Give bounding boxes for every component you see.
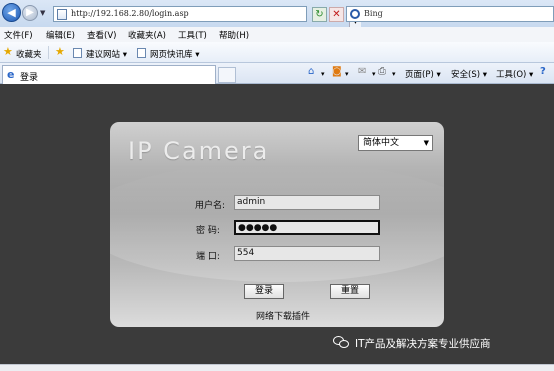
feeds-dropdown-icon[interactable]: ▾	[345, 69, 349, 79]
username-label: 用户名:	[195, 201, 226, 211]
password-field[interactable]: ●●●●●	[234, 220, 380, 235]
home-dropdown-icon[interactable]: ▾	[321, 69, 325, 79]
refresh-button[interactable]: ↻	[312, 7, 327, 22]
suggested-sites-link[interactable]: 建议网站 ▾	[86, 48, 127, 60]
password-label: 密 码:	[196, 226, 220, 236]
chevron-down-icon: ▼	[423, 139, 429, 147]
stop-button[interactable]: ✕	[329, 7, 344, 22]
search-placeholder: Bing	[364, 9, 383, 18]
wechat-icon	[333, 336, 350, 349]
print-dropdown-icon[interactable]: ▾	[392, 69, 396, 79]
add-favorite-icon[interactable]: ★	[55, 46, 65, 57]
safety-menu[interactable]: 安全(S) ▾	[451, 68, 487, 80]
plugin-download-text: 网络下载插件	[256, 309, 310, 322]
language-select[interactable]: 简体中文 ▼	[358, 135, 433, 151]
page-viewport: IP Camera 简体中文 ▼ 用户名: admin 密 码: ●●●●● 端…	[0, 84, 554, 364]
web-slice-icon	[137, 48, 146, 58]
address-bar-row: ◀ ▶ ▼ http://192.168.2.80/login.asp ▼ ↻ …	[0, 0, 554, 28]
port-label: 端 口:	[196, 252, 220, 262]
menu-help[interactable]: 帮助(H)	[219, 29, 249, 41]
history-dropdown-icon[interactable]: ▼	[40, 9, 45, 17]
url-input[interactable]: http://192.168.2.80/login.asp ▼	[53, 6, 361, 28]
tab-title: 登录	[20, 73, 39, 83]
username-field[interactable]: admin	[234, 195, 380, 210]
menu-view[interactable]: 查看(V)	[87, 29, 116, 41]
feeds-icon[interactable]: ◙	[332, 67, 342, 77]
tools-menu[interactable]: 工具(O) ▾	[496, 68, 533, 80]
web-slice-gallery-link[interactable]: 网页快讯库 ▾	[150, 48, 199, 60]
forward-button[interactable]: ▶	[22, 5, 38, 21]
page-menu[interactable]: 页面(P) ▾	[405, 68, 441, 80]
help-icon[interactable]: ?	[540, 67, 546, 77]
favorites-divider	[48, 46, 49, 59]
menu-file[interactable]: 文件(F)	[4, 29, 33, 41]
reset-button[interactable]: 重置	[330, 284, 370, 299]
page-title: IP Camera	[128, 137, 270, 165]
back-button[interactable]: ◀	[2, 3, 21, 22]
language-value: 简体中文	[363, 138, 400, 148]
port-field[interactable]: 554	[234, 246, 380, 261]
mail-dropdown-icon[interactable]: ▾	[372, 69, 376, 79]
plugin-text-after: 插件	[292, 312, 311, 322]
tab-login[interactable]: e 登录	[2, 65, 216, 84]
watermark: IT产品及解决方案专业供应商	[333, 336, 491, 351]
favorites-button[interactable]: 收藏夹	[16, 48, 42, 60]
favorites-bar: ★ 收藏夹 ★ 建议网站 ▾ 网页快讯库 ▾	[0, 42, 554, 63]
menu-edit[interactable]: 编辑(E)	[46, 29, 75, 41]
plugin-text-before: 网络下载	[256, 312, 293, 322]
home-icon[interactable]: ⌂	[308, 67, 314, 77]
favorites-star-icon: ★	[3, 45, 13, 58]
watermark-text: IT产品及解决方案专业供应商	[355, 338, 491, 350]
status-bar	[0, 364, 554, 371]
tab-bar: e 登录 ⌂ ▾ ◙ ▾ ✉ ▾ ⎙ ▾ 页面(P) ▾ 安全(S) ▾ 工具(…	[0, 63, 554, 84]
search-icon	[350, 9, 360, 19]
suggested-sites-icon	[73, 48, 82, 58]
print-icon[interactable]: ⎙	[378, 67, 386, 77]
menu-favorites[interactable]: 收藏夹(A)	[128, 29, 166, 41]
page-icon	[57, 9, 67, 20]
new-tab-button[interactable]	[218, 67, 236, 83]
mail-icon[interactable]: ✉	[358, 67, 366, 77]
menu-bar: 文件(F) 编辑(E) 查看(V) 收藏夹(A) 工具(T) 帮助(H)	[0, 27, 554, 42]
ie-icon: e	[7, 68, 15, 81]
url-text: http://192.168.2.80/login.asp	[71, 9, 189, 18]
login-panel: IP Camera 简体中文 ▼ 用户名: admin 密 码: ●●●●● 端…	[110, 122, 444, 327]
menu-tools[interactable]: 工具(T)	[178, 29, 207, 41]
login-button[interactable]: 登录	[244, 284, 284, 299]
search-input[interactable]: Bing	[346, 6, 554, 22]
